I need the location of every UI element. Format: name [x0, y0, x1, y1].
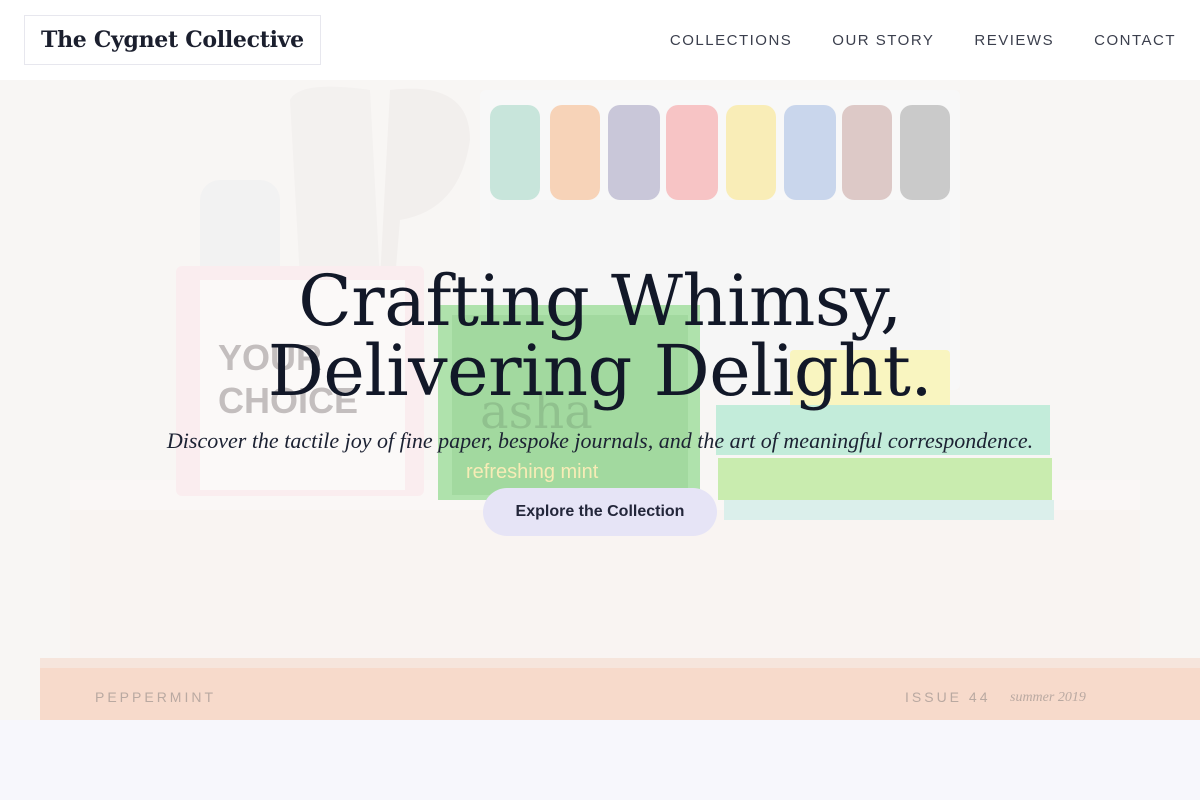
nav-reviews[interactable]: REVIEWS	[974, 32, 1054, 49]
main-nav: COLLECTIONS OUR STORY REVIEWS CONTACT	[670, 32, 1176, 49]
hero-title: Crafting Whimsy, Delivering Delight.	[267, 260, 933, 412]
hero-section: YOUR CHOICE asha refreshing mint PEPPERM…	[0, 80, 1200, 720]
hero-title-line-1: Crafting Whimsy,	[298, 260, 902, 342]
below-hero-section	[0, 720, 1200, 800]
nav-contact[interactable]: CONTACT	[1094, 32, 1176, 49]
nav-our-story[interactable]: OUR STORY	[832, 32, 934, 49]
brand-logo[interactable]: The Cygnet Collective	[24, 15, 321, 65]
hero-title-line-2: Delivering Delight.	[267, 330, 933, 412]
nav-collections[interactable]: COLLECTIONS	[670, 32, 792, 49]
hero-subtitle: Discover the tactile joy of fine paper, …	[166, 428, 1034, 453]
hero-content: Crafting Whimsy, Delivering Delight. Dis…	[0, 80, 1200, 720]
explore-collection-button[interactable]: Explore the Collection	[483, 488, 717, 536]
site-header: The Cygnet Collective COLLECTIONS OUR ST…	[0, 0, 1200, 80]
